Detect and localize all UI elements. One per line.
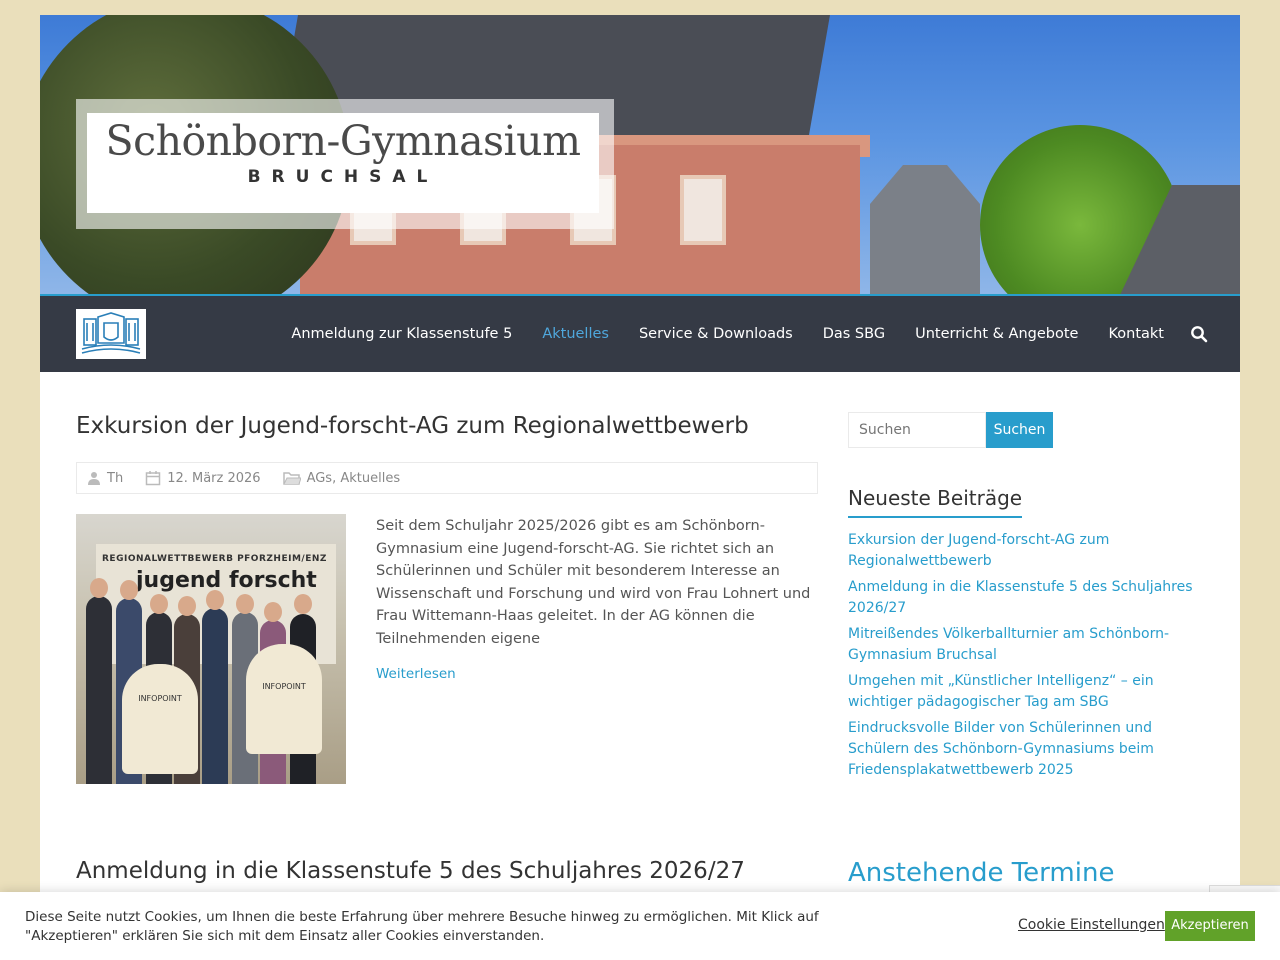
page-container: Schönborn-Gymnasium BRUCHSAL Anmeldung z… xyxy=(40,15,1240,960)
image-banner-brand: jugend forscht xyxy=(136,568,317,593)
calendar-icon xyxy=(145,471,161,486)
recent-post-link[interactable]: Exkursion der Jugend-forscht-AG zum Regi… xyxy=(848,530,1200,572)
post-featured-image[interactable]: REGIONALWETTBEWERB PFORZHEIM/ENZ jugend … xyxy=(76,514,346,784)
post-title[interactable]: Exkursion der Jugend-forscht-AG zum Regi… xyxy=(76,413,749,439)
recent-post-link[interactable]: Anmeldung in die Klassenstufe 5 des Schu… xyxy=(848,577,1200,619)
cookie-settings-link[interactable]: Cookie Einstellungen xyxy=(1018,917,1165,933)
image-banner-text: REGIONALWETTBEWERB PFORZHEIM/ENZ xyxy=(102,554,327,564)
cookie-consent-bar: Diese Seite nutzt Cookies, um Ihnen die … xyxy=(0,892,1280,960)
nav-menu: Anmeldung zur Klassenstufe 5 Aktuelles S… xyxy=(261,296,1208,372)
nav-item-anmeldung[interactable]: Anmeldung zur Klassenstufe 5 xyxy=(291,326,512,342)
read-more-link[interactable]: Weiterlesen xyxy=(376,666,456,682)
nav-item-kontakt[interactable]: Kontakt xyxy=(1108,326,1164,342)
nav-item-unterricht-angebote[interactable]: Unterricht & Angebote xyxy=(915,326,1078,342)
site-logo-title: Schönborn-Gymnasium xyxy=(105,117,581,165)
header-banner-image: Schönborn-Gymnasium BRUCHSAL xyxy=(40,15,1240,295)
cookie-notice-text: Diese Seite nutzt Cookies, um Ihnen die … xyxy=(25,909,819,944)
recent-post-link[interactable]: Mitreißendes Völkerballturnier am Schönb… xyxy=(848,624,1200,666)
site-logo-subtitle: BRUCHSAL xyxy=(247,167,439,187)
recent-post-link[interactable]: Eindrucksvolle Bilder von Schülerinnen u… xyxy=(848,718,1200,781)
user-icon xyxy=(88,472,100,485)
recent-posts-title: Neueste Beiträge xyxy=(848,486,1023,518)
nav-item-service-downloads[interactable]: Service & Downloads xyxy=(639,326,793,342)
search-input[interactable] xyxy=(848,412,986,448)
nav-item-aktuelles[interactable]: Aktuelles xyxy=(542,326,609,342)
upcoming-events-title: Anstehende Termine xyxy=(848,858,1115,888)
main-navigation: Anmeldung zur Klassenstufe 5 Aktuelles S… xyxy=(40,296,1240,372)
post-meta: Th 12. März 2026 AGs, Aktuelles xyxy=(76,462,818,494)
post-date[interactable]: 12. März 2026 xyxy=(145,470,261,486)
post-author[interactable]: Th xyxy=(87,471,123,486)
search-icon[interactable] xyxy=(1190,325,1208,343)
search-button[interactable]: Suchen xyxy=(986,412,1053,448)
post-title[interactable]: Anmeldung in die Klassenstufe 5 des Schu… xyxy=(76,858,745,884)
cookie-accept-button[interactable]: Akzeptieren xyxy=(1165,911,1255,941)
site-logo-link[interactable]: Schönborn-Gymnasium BRUCHSAL xyxy=(76,99,614,229)
post-excerpt: Seit dem Schuljahr 2025/2026 gibt es am … xyxy=(376,518,811,647)
post-categories[interactable]: AGs, Aktuelles xyxy=(282,471,400,486)
recent-post-link[interactable]: Umgehen mit „Künstlicher Intelligenz“ – … xyxy=(848,671,1200,713)
recent-posts-list: Exkursion der Jugend-forscht-AG zum Regi… xyxy=(848,530,1200,786)
school-emblem-icon[interactable] xyxy=(76,309,146,359)
folder-icon xyxy=(282,472,301,485)
nav-item-das-sbg[interactable]: Das SBG xyxy=(823,326,885,342)
